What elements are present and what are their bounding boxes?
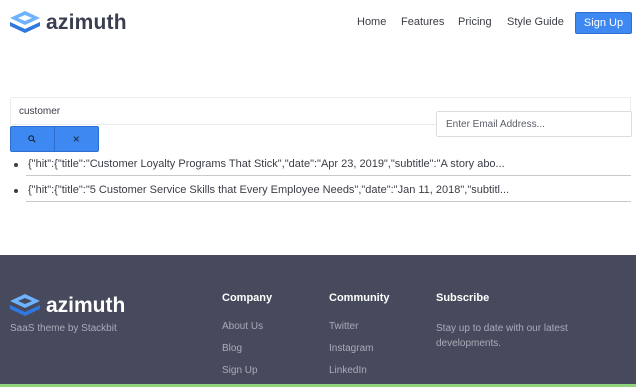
footer-company-column: Company About Us Blog Sign Up	[222, 292, 272, 387]
search-button-group: ×	[10, 126, 99, 152]
nav-pricing[interactable]: Pricing	[458, 16, 492, 28]
footer-subscribe-column: Subscribe Stay up to date with our lates…	[436, 292, 586, 351]
footer-link-twitter[interactable]: Twitter	[329, 321, 390, 333]
footer-link-blog[interactable]: Blog	[222, 343, 272, 355]
footer-link-about-us[interactable]: About Us	[222, 321, 272, 333]
search-result-text[interactable]: {"hit":{"title":"Customer Loyalty Progra…	[26, 154, 631, 176]
nav-style-guide[interactable]: Style Guide	[507, 16, 564, 28]
search-icon	[28, 135, 36, 143]
footer-link-sign-up[interactable]: Sign Up	[222, 365, 272, 377]
footer-subscribe-heading: Subscribe	[436, 292, 490, 304]
footer-company-heading: Company	[222, 292, 273, 304]
search-result-text[interactable]: {"hit":{"title":"5 Customer Service Skil…	[26, 180, 631, 202]
footer-community-column: Community Twitter Instagram LinkedIn	[329, 292, 390, 387]
site-footer: azimuth SaaS theme by Stackbit Company A…	[0, 255, 636, 387]
footer-logo-wordmark: azimuth	[46, 293, 126, 317]
nav-features[interactable]: Features	[401, 16, 444, 28]
footer-subscribe-text: Stay up to date with our latest developm…	[436, 323, 568, 349]
footer-tagline: SaaS theme by Stackbit	[10, 323, 117, 334]
list-bullet	[14, 189, 18, 193]
azimuth-logo-icon	[10, 294, 40, 316]
clear-search-button[interactable]: ×	[55, 127, 99, 151]
email-field[interactable]	[436, 111, 632, 137]
footer-link-instagram[interactable]: Instagram	[329, 343, 390, 355]
search-result-item[interactable]: {"hit":{"title":"Customer Loyalty Progra…	[14, 152, 631, 178]
main-nav: Home Features Pricing Style Guide	[0, 14, 636, 34]
signup-button[interactable]: Sign Up	[575, 12, 632, 34]
search-button[interactable]	[11, 127, 55, 151]
footer-community-heading: Community	[329, 292, 390, 304]
nav-home[interactable]: Home	[357, 16, 386, 28]
list-bullet	[14, 163, 18, 167]
footer-link-linkedin[interactable]: LinkedIn	[329, 365, 390, 377]
footer-logo[interactable]: azimuth	[9, 293, 125, 317]
site-header: azimuth Home Features Pricing Style Guid…	[0, 0, 636, 46]
search-result-item[interactable]: {"hit":{"title":"5 Customer Service Skil…	[14, 178, 631, 204]
close-icon: ×	[72, 132, 80, 146]
search-results-list: {"hit":{"title":"Customer Loyalty Progra…	[14, 152, 631, 204]
